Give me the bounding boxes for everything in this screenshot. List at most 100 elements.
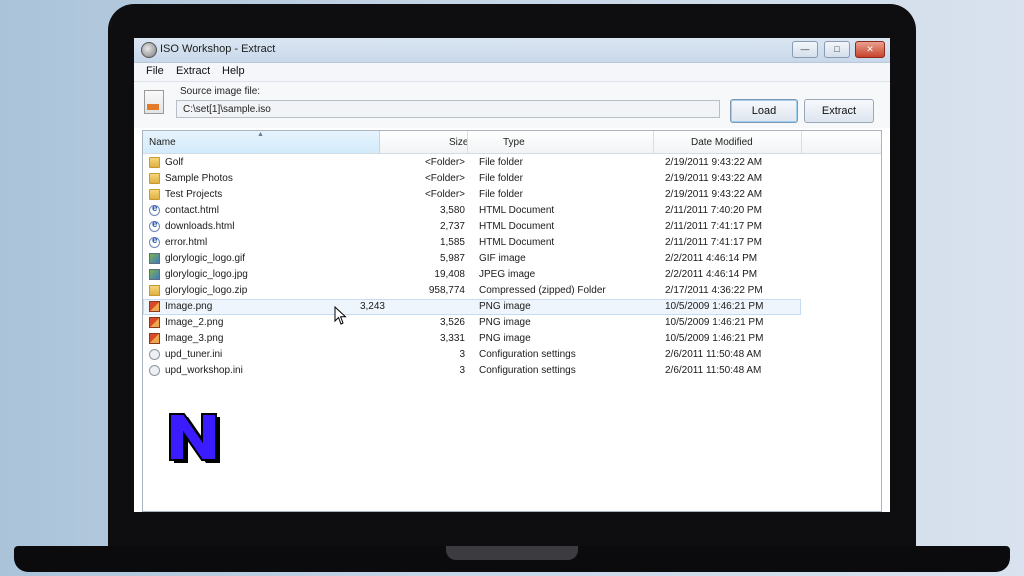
column-divider[interactable] bbox=[467, 131, 468, 153]
file-date: 2/19/2011 9:43:22 AM bbox=[665, 157, 763, 168]
file-row[interactable]: error.html 1,585 HTML Document 2/11/2011 7:… bbox=[143, 235, 881, 251]
source-panel: Source image file: C:\set[1]\sample.iso … bbox=[134, 82, 890, 128]
mouse-cursor-icon bbox=[334, 306, 347, 325]
png-file-icon bbox=[149, 301, 160, 312]
file-row[interactable]: glorylogic_logo.zip 958,774 Compressed (zi… bbox=[143, 283, 881, 299]
list-header: ▲ Name Size Type Date Modified bbox=[143, 131, 881, 154]
file-type: PNG image bbox=[479, 301, 531, 312]
minimize-button[interactable]: — bbox=[792, 41, 818, 58]
file-name: Golf bbox=[165, 157, 184, 168]
image-file-icon bbox=[149, 269, 160, 280]
file-date: 2/11/2011 7:41:17 PM bbox=[665, 237, 762, 248]
file-type: File folder bbox=[479, 157, 523, 168]
column-header-size[interactable]: Size bbox=[449, 137, 468, 148]
file-row[interactable]: Image_2.png 3,526 PNG image 10/5/2009 1:46:… bbox=[143, 315, 881, 331]
file-type: HTML Document bbox=[479, 237, 555, 248]
file-date: 2/11/2011 7:40:20 PM bbox=[665, 205, 762, 216]
file-name: Sample Photos bbox=[165, 173, 233, 184]
file-type: JPEG image bbox=[479, 269, 536, 280]
file-size: 3,331 bbox=[439, 333, 465, 344]
file-size: 3 bbox=[459, 365, 465, 376]
maximize-button[interactable]: □ bbox=[824, 41, 850, 58]
file-date: 2/17/2011 4:36:22 PM bbox=[665, 285, 763, 296]
title-bar[interactable]: ISO Workshop - Extract — □ ✕ bbox=[134, 38, 890, 63]
html-file-icon bbox=[149, 203, 160, 216]
file-name: upd_workshop.ini bbox=[165, 365, 243, 376]
file-size: 2,737 bbox=[439, 221, 465, 232]
file-size: 1,585 bbox=[439, 237, 465, 248]
file-row[interactable]: Sample Photos <Folder> File folder 2/19/201… bbox=[143, 171, 881, 187]
file-name: glorylogic_logo.gif bbox=[165, 253, 246, 264]
extract-button[interactable]: Extract bbox=[804, 99, 874, 123]
load-button[interactable]: Load bbox=[730, 99, 798, 123]
iso-file-icon bbox=[144, 90, 164, 114]
file-row[interactable]: downloads.html 2,737 HTML Document 2/11/201… bbox=[143, 219, 881, 235]
file-row[interactable]: Test Projects <Folder> File folder 2/19/201… bbox=[143, 187, 881, 203]
column-divider[interactable] bbox=[801, 131, 802, 153]
column-header-type[interactable]: Type bbox=[503, 137, 525, 148]
file-row[interactable]: upd_workshop.ini 3 Configuration settings 2… bbox=[143, 363, 881, 379]
html-file-icon bbox=[149, 219, 160, 232]
menu-help[interactable]: Help bbox=[222, 65, 245, 77]
file-type: PNG image bbox=[479, 333, 531, 344]
file-date: 2/2/2011 4:46:14 PM bbox=[665, 253, 758, 264]
file-name: error.html bbox=[165, 237, 208, 248]
menu-file[interactable]: File bbox=[146, 65, 164, 77]
file-type: File folder bbox=[479, 173, 523, 184]
ini-file-icon bbox=[149, 349, 160, 360]
file-type: Configuration settings bbox=[479, 365, 576, 376]
file-type: Configuration settings bbox=[479, 349, 576, 360]
file-size: <Folder> bbox=[424, 173, 465, 184]
html-file-icon bbox=[149, 235, 160, 248]
file-list[interactable]: ▲ Name Size Type Date Modified Golf <Fold… bbox=[142, 130, 882, 512]
column-header-name[interactable]: Name bbox=[149, 137, 176, 148]
file-type: File folder bbox=[479, 189, 523, 200]
column-header-date[interactable]: Date Modified bbox=[691, 137, 753, 148]
file-name: glorylogic_logo.zip bbox=[165, 285, 248, 296]
file-row[interactable]: upd_tuner.ini 3 Configuration settings 2/6/… bbox=[143, 347, 881, 363]
file-date: 2/11/2011 7:41:17 PM bbox=[665, 221, 762, 232]
file-size: <Folder> bbox=[424, 189, 465, 200]
file-date: 10/5/2009 1:46:21 PM bbox=[665, 317, 764, 328]
window-title: ISO Workshop - Extract bbox=[160, 43, 276, 55]
file-size: 958,774 bbox=[428, 285, 465, 296]
file-row[interactable]: contact.html 3,580 HTML Document 2/11/2011 … bbox=[143, 203, 881, 219]
file-row[interactable]: Golf <Folder> File folder 2/19/2011 9:43:22… bbox=[143, 155, 881, 171]
file-row[interactable]: glorylogic_logo.jpg 19,408 JPEG image 2/2/2… bbox=[143, 267, 881, 283]
file-date: 2/6/2011 11:50:48 AM bbox=[665, 365, 762, 376]
file-date: 2/19/2011 9:43:22 AM bbox=[665, 173, 763, 184]
file-name: Test Projects bbox=[165, 189, 223, 200]
source-path-field[interactable]: C:\set[1]\sample.iso bbox=[176, 100, 720, 118]
image-file-icon bbox=[149, 253, 160, 264]
file-date: 10/5/2009 1:46:21 PM bbox=[665, 301, 764, 312]
file-name: contact.html bbox=[165, 205, 219, 216]
png-file-icon bbox=[149, 317, 160, 328]
file-row[interactable]: Image_3.png 3,331 PNG image 10/5/2009 1:46:… bbox=[143, 331, 881, 347]
file-name: Image_2.png bbox=[165, 317, 224, 328]
menu-extract[interactable]: Extract bbox=[176, 65, 210, 77]
file-date: 2/6/2011 11:50:48 AM bbox=[665, 349, 762, 360]
file-type: HTML Document bbox=[479, 221, 555, 232]
file-size: 3,580 bbox=[439, 205, 465, 216]
zip-file-icon bbox=[149, 285, 160, 296]
png-file-icon bbox=[149, 333, 160, 344]
file-date: 2/19/2011 9:43:22 AM bbox=[665, 189, 763, 200]
file-row[interactable]: Image.png 3,243 PNG image 10/5/2009 1:46:21… bbox=[143, 299, 801, 315]
file-type: HTML Document bbox=[479, 205, 555, 216]
file-name: upd_tuner.ini bbox=[165, 349, 223, 360]
source-label: Source image file: bbox=[180, 86, 261, 97]
sort-ascending-icon: ▲ bbox=[257, 131, 264, 138]
column-divider[interactable] bbox=[653, 131, 654, 153]
file-size: <Folder> bbox=[424, 157, 465, 168]
file-type: Compressed (zipped) Folder bbox=[479, 285, 606, 296]
file-type: GIF image bbox=[479, 253, 526, 264]
file-date: 10/5/2009 1:46:21 PM bbox=[665, 333, 764, 344]
file-date: 2/2/2011 4:46:14 PM bbox=[665, 269, 758, 280]
folder-icon bbox=[149, 173, 160, 184]
file-row[interactable]: glorylogic_logo.gif 5,987 GIF image 2/2/201… bbox=[143, 251, 881, 267]
file-name: glorylogic_logo.jpg bbox=[165, 269, 248, 280]
file-size: 19,408 bbox=[434, 269, 465, 280]
menu-bar: File Extract Help bbox=[134, 63, 890, 82]
ini-file-icon bbox=[149, 365, 160, 376]
close-button[interactable]: ✕ bbox=[855, 41, 885, 58]
